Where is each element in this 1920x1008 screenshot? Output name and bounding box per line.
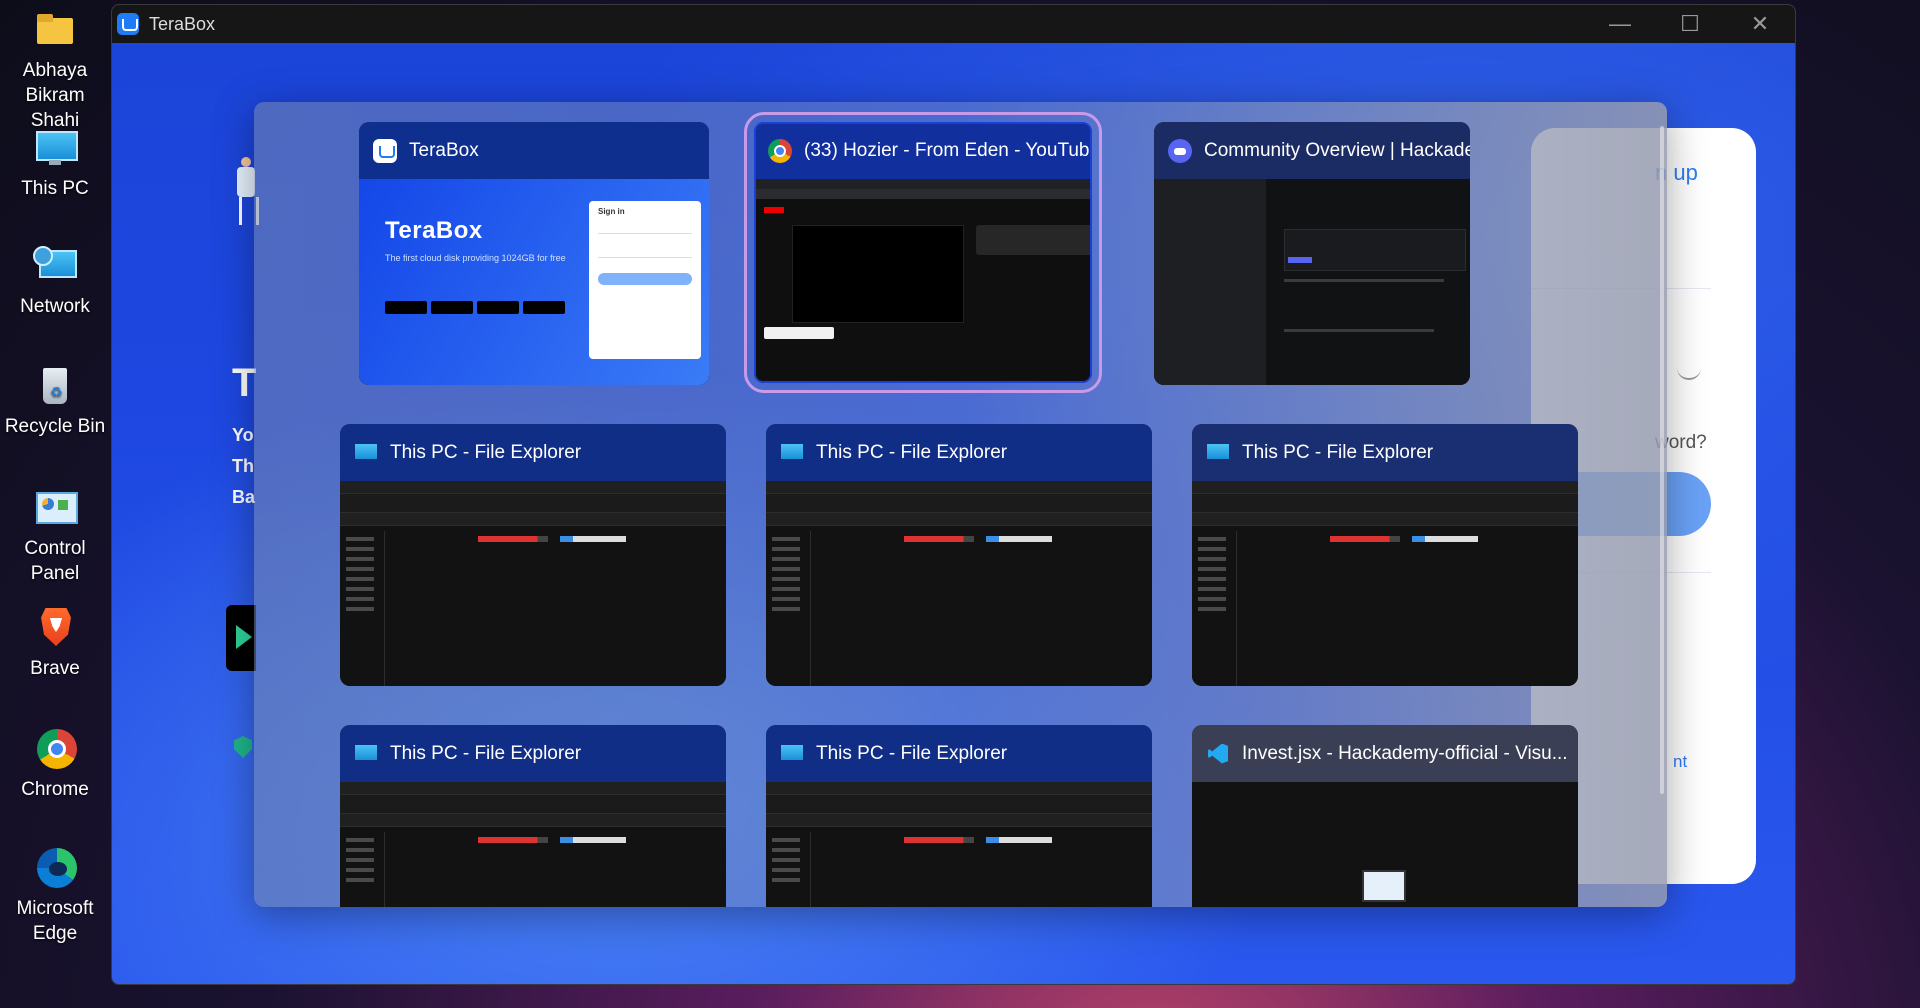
desktop-icon-label: Network [20, 296, 90, 317]
account-link[interactable]: nt [1673, 752, 1687, 772]
control-panel-icon [33, 488, 78, 528]
monitor-icon [354, 441, 378, 465]
window-title: TeraBox [149, 13, 216, 34]
card-header: This PC - File Explorer [766, 725, 1152, 782]
monitor-icon [354, 742, 378, 766]
thumb-brand: TeraBox [385, 217, 483, 244]
card-thumbnail [766, 782, 1152, 907]
desktop-icon-label: This PC [21, 178, 89, 199]
bg-heading-fragment: T [232, 361, 257, 405]
card-title: This PC - File Explorer [816, 742, 1008, 764]
desktop-icon-label: Control Panel [24, 538, 86, 584]
switcher-card-explorer-3[interactable]: This PC - File Explorer [1192, 424, 1578, 686]
card-title: This PC - File Explorer [816, 441, 1008, 463]
card-title: (33) Hozier - From Eden - YouTube -... [804, 139, 1092, 161]
switcher-card-explorer-1[interactable]: This PC - File Explorer [340, 424, 726, 686]
minimize-button[interactable]: — [1585, 11, 1655, 37]
terabox-icon [373, 138, 397, 163]
card-header: This PC - File Explorer [340, 725, 726, 782]
thumb-tagline: The first cloud disk providing 1024GB fo… [385, 253, 566, 263]
edge-icon [33, 848, 77, 888]
desktop-icon-label: Recycle Bin [4, 416, 106, 437]
window-controls: — ☐ ✕ [1585, 11, 1795, 37]
desktop-icon-this-pc[interactable]: This PC [0, 128, 110, 201]
vscode-icon [1206, 742, 1230, 766]
switcher-card-discord[interactable]: Community Overview | Hackademy Z... [1154, 122, 1470, 385]
network-icon [33, 246, 77, 286]
desktop-icon-label: Brave [30, 658, 80, 679]
card-header: (33) Hozier - From Eden - YouTube -... [754, 122, 1092, 179]
monitor-icon [780, 441, 804, 465]
desktop-icon-chrome[interactable]: Chrome [0, 729, 110, 802]
card-header: This PC - File Explorer [340, 424, 726, 481]
terabox-window: TeraBox — ☐ ✕ T Yo Th Ba n up word? nt T… [111, 4, 1796, 985]
card-title: This PC - File Explorer [1242, 441, 1434, 463]
desktop-icon-edge[interactable]: Microsoft Edge [0, 848, 110, 946]
vscode-splash-icon [1362, 870, 1406, 902]
desktop-icon-label: Microsoft Edge [16, 898, 94, 944]
app-store-badge[interactable] [226, 605, 256, 671]
monitor-icon [33, 128, 78, 168]
folder-icon [33, 10, 77, 50]
switcher-card-terabox[interactable]: TeraBox TeraBox The first cloud disk pro… [359, 122, 709, 385]
card-title: This PC - File Explorer [390, 441, 582, 463]
card-thumbnail [1192, 481, 1578, 686]
card-header: Invest.jsx - Hackademy-official - Visu..… [1192, 725, 1578, 782]
card-header: This PC - File Explorer [1192, 424, 1578, 481]
card-title: This PC - File Explorer [390, 742, 582, 764]
bg-text-fragment-3: Ba [232, 487, 256, 507]
thumb-signin: Sign in [598, 207, 625, 216]
discord-icon [1168, 138, 1192, 163]
close-button[interactable]: ✕ [1725, 11, 1795, 37]
recycle-bin-icon: ♻ [33, 366, 77, 406]
card-thumbnail [1192, 782, 1578, 907]
chrome-icon [768, 138, 792, 163]
desktop-icon-user-folder[interactable]: Abhaya Bikram Shahi [0, 10, 110, 133]
switcher-card-explorer-5[interactable]: This PC - File Explorer [766, 725, 1152, 907]
desktop-icon-label: Chrome [21, 779, 89, 800]
switcher-card-explorer-4[interactable]: This PC - File Explorer [340, 725, 726, 907]
brave-icon [33, 608, 77, 648]
card-thumbnail [1154, 179, 1470, 385]
switcher-card-youtube[interactable]: (33) Hozier - From Eden - YouTube -... [744, 112, 1102, 393]
task-switcher: TeraBox TeraBox The first cloud disk pro… [254, 102, 1667, 907]
switcher-card-explorer-2[interactable]: This PC - File Explorer [766, 424, 1152, 686]
thumb-store-badges [385, 301, 569, 319]
maximize-button[interactable]: ☐ [1655, 11, 1725, 37]
desktop-icon-control-panel[interactable]: Control Panel [0, 488, 110, 586]
card-title: Community Overview | Hackademy Z... [1204, 139, 1470, 161]
chrome-icon [33, 729, 77, 769]
card-thumbnail [766, 481, 1152, 686]
terabox-icon [117, 13, 139, 35]
switcher-scrollbar[interactable] [1660, 126, 1664, 794]
card-thumbnail: TeraBox The first cloud disk providing 1… [359, 179, 709, 385]
eye-off-icon[interactable] [1677, 368, 1701, 380]
desktop-icon-label: Abhaya Bikram Shahi [22, 60, 88, 131]
desktop-icon-network[interactable]: Network [0, 246, 110, 319]
monitor-icon [1206, 441, 1230, 465]
thumb-login-form: Sign in [589, 201, 701, 359]
card-header: TeraBox [359, 122, 709, 179]
bg-text-fragment-2: Th [232, 456, 254, 476]
card-title: TeraBox [409, 139, 479, 161]
monitor-icon [780, 742, 804, 766]
card-title: Invest.jsx - Hackademy-official - Visu..… [1242, 742, 1568, 764]
window-titlebar[interactable]: TeraBox — ☐ ✕ [112, 5, 1795, 43]
card-thumbnail [754, 179, 1092, 383]
card-header: Community Overview | Hackademy Z... [1154, 122, 1470, 179]
card-header: This PC - File Explorer [766, 424, 1152, 481]
desktop-icon-recycle-bin[interactable]: ♻ Recycle Bin [0, 366, 110, 439]
desktop-icon-brave[interactable]: Brave [0, 608, 110, 681]
bg-text-fragment-1: Yo [232, 425, 254, 445]
card-thumbnail [340, 481, 726, 686]
switcher-card-vscode[interactable]: Invest.jsx - Hackademy-official - Visu..… [1192, 725, 1578, 907]
card-thumbnail [340, 782, 726, 907]
